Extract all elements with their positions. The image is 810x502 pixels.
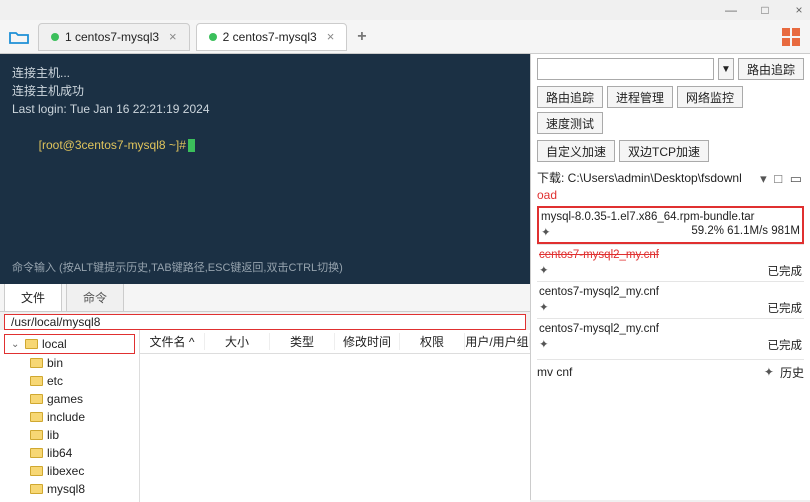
cursor-icon xyxy=(188,139,195,152)
tree-label: lib xyxy=(47,428,59,442)
download-status: 已完成 xyxy=(768,263,803,279)
tree-item[interactable]: mysql8 xyxy=(0,480,139,498)
btn-speedtest[interactable]: 速度测试 xyxy=(537,112,603,134)
layout-grid-icon[interactable] xyxy=(782,28,800,46)
terminal-prompt: [root@3centos7-mysql8 ~]# xyxy=(39,138,186,152)
status-dot-icon xyxy=(51,33,59,41)
btn-tcp-accel[interactable]: 双边TCP加速 xyxy=(619,140,709,162)
col-type[interactable]: 类型 xyxy=(270,333,335,350)
folder-icon xyxy=(30,376,43,386)
terminal-pane[interactable]: 连接主机... 连接主机成功 Last login: Tue Jan 16 22… xyxy=(0,54,530,284)
command-hint: 命令输入 (按ALT键提示历史,TAB键路径,ESC键返回,双击CTRL切换) xyxy=(12,260,518,277)
tree-item[interactable]: lib xyxy=(0,426,139,444)
file-list: 文件名 ^ 大小 类型 修改时间 权限 用户/用户组 xyxy=(140,330,530,502)
folder-icon xyxy=(30,430,43,440)
add-tab-button[interactable]: + xyxy=(357,28,366,46)
trace-host-input[interactable] xyxy=(537,58,714,80)
col-perm[interactable]: 权限 xyxy=(400,333,465,350)
minimize-button[interactable]: — xyxy=(724,3,738,17)
tree-label: include xyxy=(47,410,85,424)
file-list-header: 文件名 ^ 大小 类型 修改时间 权限 用户/用户组 xyxy=(140,330,530,354)
tree-root-local[interactable]: ⌄ local xyxy=(4,334,135,354)
terminal-line: 连接主机成功 xyxy=(12,82,518,100)
maximize-button[interactable]: □ xyxy=(758,3,772,17)
tab-session-2[interactable]: 2 centos7-mysql3 × xyxy=(196,23,348,51)
col-filename[interactable]: 文件名 ^ xyxy=(140,333,205,350)
download-status: 已完成 xyxy=(768,300,803,316)
folder-tree: ⌄ local bin etc games include lib lib64 … xyxy=(0,330,140,502)
upload-arrow-icon: ✦ xyxy=(764,365,774,379)
folder-icon xyxy=(30,412,43,422)
upload-arrow-icon: ✦ xyxy=(539,263,549,279)
download-panel-icons[interactable]: ▾ □ ▭ xyxy=(760,170,804,188)
download-item[interactable]: centos7-mysql2_my.cnf ✦ 已完成 xyxy=(537,318,804,355)
close-tab-icon[interactable]: × xyxy=(327,29,335,44)
open-folder-icon[interactable] xyxy=(6,26,32,48)
path-input[interactable]: /usr/local/mysql8 xyxy=(4,314,526,330)
upload-arrow-icon: ✦ xyxy=(539,300,549,316)
folder-icon xyxy=(25,339,38,349)
tree-label: mysql8 xyxy=(47,482,85,496)
tab-session-1[interactable]: 1 centos7-mysql3 × xyxy=(38,23,190,51)
tree-item[interactable]: etc xyxy=(0,372,139,390)
window-titlebar: — □ × xyxy=(0,0,810,20)
col-size[interactable]: 大小 xyxy=(205,333,270,350)
btn-netmon[interactable]: 网络监控 xyxy=(677,86,743,108)
bottom-tabs: 文件 命令 xyxy=(0,284,530,312)
btn-process[interactable]: 进程管理 xyxy=(607,86,673,108)
history-row[interactable]: mv cnf ✦ 历史 xyxy=(537,359,804,381)
download-filename: centos7-mysql2_my.cnf xyxy=(539,286,802,298)
folder-icon xyxy=(30,394,43,404)
download-item[interactable]: centos7-mysql2_my.cnf ✦ 已完成 xyxy=(537,244,804,281)
terminal-prompt-line: [root@3centos7-mysql8 ~]# xyxy=(12,118,518,172)
tree-label: etc xyxy=(47,374,63,388)
upload-arrow-icon: ✦ xyxy=(541,225,551,239)
terminal-line: 连接主机... xyxy=(12,64,518,82)
tab-label: 2 centos7-mysql3 xyxy=(223,30,317,44)
file-browser: ⌄ local bin etc games include lib lib64 … xyxy=(0,330,530,502)
status-dot-icon xyxy=(209,33,217,41)
tree-label: games xyxy=(47,392,83,406)
download-filename: centos7-mysql2_my.cnf xyxy=(539,323,802,335)
right-panel: ▼ 路由追踪 路由追踪 进程管理 网络监控 速度测试 自定义加速 双边TCP加速… xyxy=(530,54,810,500)
tree-label: local xyxy=(42,337,67,351)
terminal-line: Last login: Tue Jan 16 22:21:19 2024 xyxy=(12,100,518,118)
download-stats: 59.2% 61.1M/s 981M xyxy=(691,225,800,239)
folder-icon xyxy=(30,484,43,494)
trace-route-button[interactable]: 路由追踪 xyxy=(738,58,804,80)
col-owner[interactable]: 用户/用户组 xyxy=(465,333,530,350)
session-tabbar: 1 centos7-mysql3 × 2 centos7-mysql3 × + xyxy=(0,20,810,54)
download-filename: centos7-mysql2_my.cnf xyxy=(539,249,802,261)
dropdown-arrow-icon[interactable]: ▼ xyxy=(718,58,734,80)
tab-label: 1 centos7-mysql3 xyxy=(65,30,159,44)
btn-custom-accel[interactable]: 自定义加速 xyxy=(537,140,615,162)
download-item-active[interactable]: mysql-8.0.35-1.el7.x86_64.rpm-bundle.tar… xyxy=(537,206,804,244)
close-window-button[interactable]: × xyxy=(792,3,806,17)
folder-icon xyxy=(30,448,43,458)
tree-item[interactable]: include xyxy=(0,408,139,426)
chevron-down-icon[interactable]: ⌄ xyxy=(11,339,21,350)
tab-commands[interactable]: 命令 xyxy=(66,283,124,311)
close-tab-icon[interactable]: × xyxy=(169,29,177,44)
tree-label: lib64 xyxy=(47,446,72,460)
tree-label: bin xyxy=(47,356,63,370)
folder-icon xyxy=(30,358,43,368)
download-item[interactable]: centos7-mysql2_my.cnf ✦ 已完成 xyxy=(537,281,804,318)
download-filename: mysql-8.0.35-1.el7.x86_64.rpm-bundle.tar xyxy=(541,211,800,223)
tree-item[interactable]: libexec xyxy=(0,462,139,480)
sort-asc-icon: ^ xyxy=(189,335,195,349)
download-status: 已完成 xyxy=(768,337,803,353)
btn-traceroute[interactable]: 路由追踪 xyxy=(537,86,603,108)
tree-item[interactable]: lib64 xyxy=(0,444,139,462)
tree-item[interactable]: games xyxy=(0,390,139,408)
tree-item[interactable]: bin xyxy=(0,354,139,372)
download-path-label: ▾ □ ▭ 下载: C:\Users\admin\Desktop\fsdownl… xyxy=(537,170,804,204)
folder-icon xyxy=(30,466,43,476)
col-mtime[interactable]: 修改时间 xyxy=(335,333,400,350)
upload-arrow-icon: ✦ xyxy=(539,337,549,353)
history-more: mv cnf xyxy=(537,365,758,379)
tab-files[interactable]: 文件 xyxy=(4,283,62,311)
tree-label: libexec xyxy=(47,464,84,478)
history-label: 历史 xyxy=(780,364,804,381)
